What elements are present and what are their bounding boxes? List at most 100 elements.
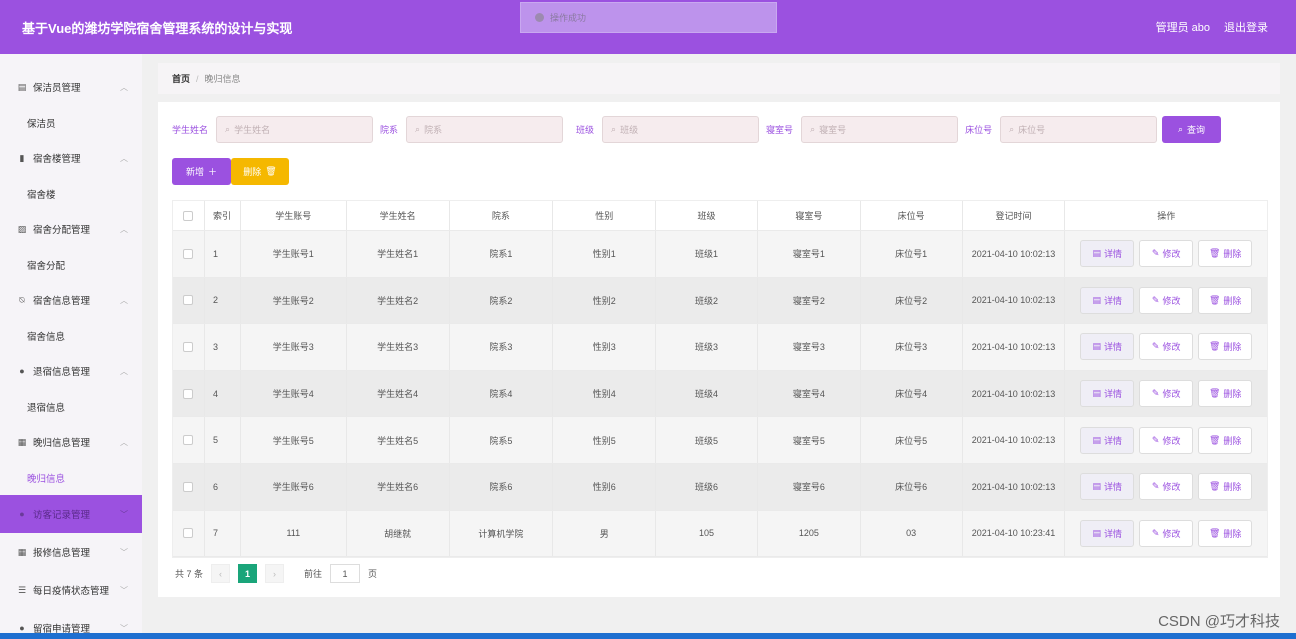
th-time: 登记时间 bbox=[963, 201, 1066, 230]
row-checkbox[interactable] bbox=[183, 341, 194, 352]
sidebar-item-late-return[interactable]: 晚归信息 bbox=[0, 460, 142, 495]
sidebar-group-repair[interactable]: ▦ 报修信息管理 ﹀ bbox=[0, 533, 142, 571]
add-button[interactable]: 新增＋ bbox=[172, 158, 231, 185]
sidebar-group-allocation[interactable]: ▨ 宿舍分配管理 ︿ bbox=[0, 211, 142, 247]
doc-icon: ▤ bbox=[1092, 527, 1101, 538]
cell-dept: 院系3 bbox=[450, 324, 554, 370]
delete-button[interactable]: 🗑 删除 bbox=[1198, 240, 1253, 268]
detail-button[interactable]: ▤ 详情 bbox=[1080, 240, 1135, 268]
cell-time: 2021-04-10 10:02:13 bbox=[963, 417, 1066, 463]
search-icon: ⌕ bbox=[415, 124, 421, 134]
cell-dept: 院系6 bbox=[450, 463, 554, 510]
trash-icon: 🗑 bbox=[1208, 388, 1221, 399]
sidebar-group-building[interactable]: ▮ 宿舍楼管理 ︿ bbox=[0, 140, 142, 176]
row-checkbox[interactable] bbox=[183, 295, 194, 306]
delete-button[interactable]: 🗑 删除 bbox=[1198, 380, 1253, 408]
breadcrumb-home[interactable]: 首页 bbox=[172, 72, 190, 85]
sidebar-item-building[interactable]: 宿舍楼 bbox=[0, 176, 142, 211]
row-checkbox[interactable] bbox=[183, 388, 194, 399]
cell-idx: 1 bbox=[205, 231, 241, 277]
cell-dept: 院系2 bbox=[450, 277, 554, 324]
sidebar-item-cleaner[interactable]: 保洁员 bbox=[0, 105, 142, 140]
page-number[interactable]: 1 bbox=[238, 564, 258, 583]
detail-button[interactable]: ▤ 详情 bbox=[1080, 286, 1135, 314]
row-checkbox[interactable] bbox=[183, 248, 194, 259]
query-button[interactable]: ⌕ 查询 bbox=[1162, 116, 1221, 143]
delete-button[interactable]: 🗑 删除 bbox=[1198, 473, 1253, 501]
cell-account: 学生账号3 bbox=[241, 324, 347, 370]
sidebar-group-visitor[interactable]: ● 访客记录管理 ﹀ bbox=[0, 495, 142, 533]
doc-icon: ▤ bbox=[1092, 388, 1101, 399]
edit-button[interactable]: ✎ 修改 bbox=[1139, 426, 1194, 454]
sidebar-group-dorm-info[interactable]: ⍉ 宿舍信息管理 ︿ bbox=[0, 282, 142, 318]
delete-button[interactable]: 🗑 删除 bbox=[1198, 333, 1253, 361]
edit-button[interactable]: ✎ 修改 bbox=[1139, 240, 1194, 268]
select-all-checkbox[interactable] bbox=[183, 210, 194, 221]
th-name: 学生姓名 bbox=[347, 201, 450, 230]
cell-bed: 床位号1 bbox=[861, 231, 963, 277]
detail-button[interactable]: ▤ 详情 bbox=[1080, 473, 1135, 501]
doc-icon: ▤ bbox=[1092, 294, 1101, 305]
sidebar-group-cleaner[interactable]: ▤ 保洁员管理 ︿ bbox=[0, 69, 142, 105]
cell-bed: 床位号2 bbox=[861, 277, 963, 324]
current-user[interactable]: 管理员 abo bbox=[1156, 19, 1210, 35]
edit-icon: ✎ bbox=[1151, 481, 1160, 492]
search-icon: ⌕ bbox=[611, 124, 617, 134]
table-header: 索引 学生账号 学生姓名 院系 性别 班级 寝室号 床位号 登记时间 操作 bbox=[173, 201, 1267, 231]
delete-button[interactable]: 🗑 删除 bbox=[1198, 519, 1253, 547]
cell-bed: 床位号3 bbox=[861, 324, 963, 370]
edit-button[interactable]: ✎ 修改 bbox=[1139, 333, 1194, 361]
cell-gender: 性别2 bbox=[553, 277, 657, 324]
search-input-dept[interactable]: ⌕ 院系 bbox=[406, 116, 564, 143]
row-checkbox[interactable] bbox=[183, 481, 194, 492]
detail-button[interactable]: ▤ 详情 bbox=[1080, 426, 1135, 454]
detail-button[interactable]: ▤ 详情 bbox=[1080, 519, 1135, 547]
row-checkbox[interactable] bbox=[183, 435, 194, 446]
clipboard-icon: ▤ bbox=[17, 81, 27, 92]
search-input-bed[interactable]: ⌕ 床位号 bbox=[1000, 116, 1158, 143]
edit-button[interactable]: ✎ 修改 bbox=[1139, 380, 1194, 408]
th-gender: 性别 bbox=[553, 201, 657, 230]
search-input-room[interactable]: ⌕ 寝室号 bbox=[801, 116, 959, 143]
detail-button[interactable]: ▤ 详情 bbox=[1080, 333, 1135, 361]
delete-button[interactable]: 🗑 删除 bbox=[1198, 286, 1253, 314]
cell-name: 胡继就 bbox=[347, 510, 450, 557]
pagination: 共 7 条 ‹ 1 › 前往 1 页 bbox=[175, 564, 377, 583]
menu-icon: ☰ bbox=[17, 584, 27, 595]
cell-account: 学生账号6 bbox=[241, 463, 347, 510]
edit-button[interactable]: ✎ 修改 bbox=[1139, 473, 1194, 501]
circle-icon: ● bbox=[19, 509, 25, 519]
search-input-class[interactable]: ⌕ 班级 bbox=[602, 116, 760, 143]
trash-icon: 🗑 bbox=[265, 166, 277, 176]
prev-page-button[interactable]: ‹ bbox=[211, 564, 231, 583]
sidebar-item-allocation[interactable]: 宿舍分配 bbox=[0, 247, 142, 282]
cell-idx: 6 bbox=[205, 463, 241, 510]
logout-link[interactable]: 退出登录 bbox=[1224, 19, 1268, 35]
batch-delete-button[interactable]: 删除 🗑 bbox=[231, 158, 289, 185]
next-page-button[interactable]: › bbox=[265, 564, 285, 583]
goto-page-input[interactable]: 1 bbox=[330, 564, 361, 583]
detail-button[interactable]: ▤ 详情 bbox=[1080, 380, 1135, 408]
edit-button[interactable]: ✎ 修改 bbox=[1139, 519, 1194, 547]
cell-name: 学生姓名1 bbox=[347, 231, 450, 277]
th-room: 寝室号 bbox=[758, 201, 861, 230]
sidebar-item-dorm-info[interactable]: 宿舍信息 bbox=[0, 318, 142, 353]
grid-icon: ▦ bbox=[17, 436, 27, 447]
chevron-up-icon: ︿ bbox=[120, 224, 128, 234]
sidebar-group-checkout[interactable]: ● 退宿信息管理 ︿ bbox=[0, 353, 142, 389]
cell-dept: 院系5 bbox=[450, 417, 554, 463]
sidebar-group-epidemic[interactable]: ☰ 每日疫情状态管理 ﹀ bbox=[0, 571, 142, 609]
sidebar-item-checkout[interactable]: 退宿信息 bbox=[0, 389, 142, 424]
cell-class: 班级3 bbox=[656, 324, 758, 370]
search-bar: 学生姓名 ⌕ 学生姓名 院系 ⌕ 院系 班级 ⌕ 班级 寝室号 ⌕ 寝室号 床位号 ⌕ 床… bbox=[172, 116, 1158, 143]
edit-button[interactable]: ✎ 修改 bbox=[1139, 286, 1194, 314]
search-label-dept: 院系 bbox=[380, 125, 399, 135]
search-input-name[interactable]: ⌕ 学生姓名 bbox=[216, 116, 374, 143]
search-icon: ⌕ bbox=[1009, 124, 1015, 134]
cell-time: 2021-04-10 10:23:41 bbox=[963, 510, 1066, 557]
row-checkbox[interactable] bbox=[183, 528, 194, 539]
cell-idx: 7 bbox=[205, 510, 241, 557]
sidebar-group-late-return[interactable]: ▦ 晚归信息管理 ︿ bbox=[0, 424, 142, 460]
delete-button[interactable]: 🗑 删除 bbox=[1198, 426, 1253, 454]
doc-icon: ▤ bbox=[1092, 481, 1101, 492]
